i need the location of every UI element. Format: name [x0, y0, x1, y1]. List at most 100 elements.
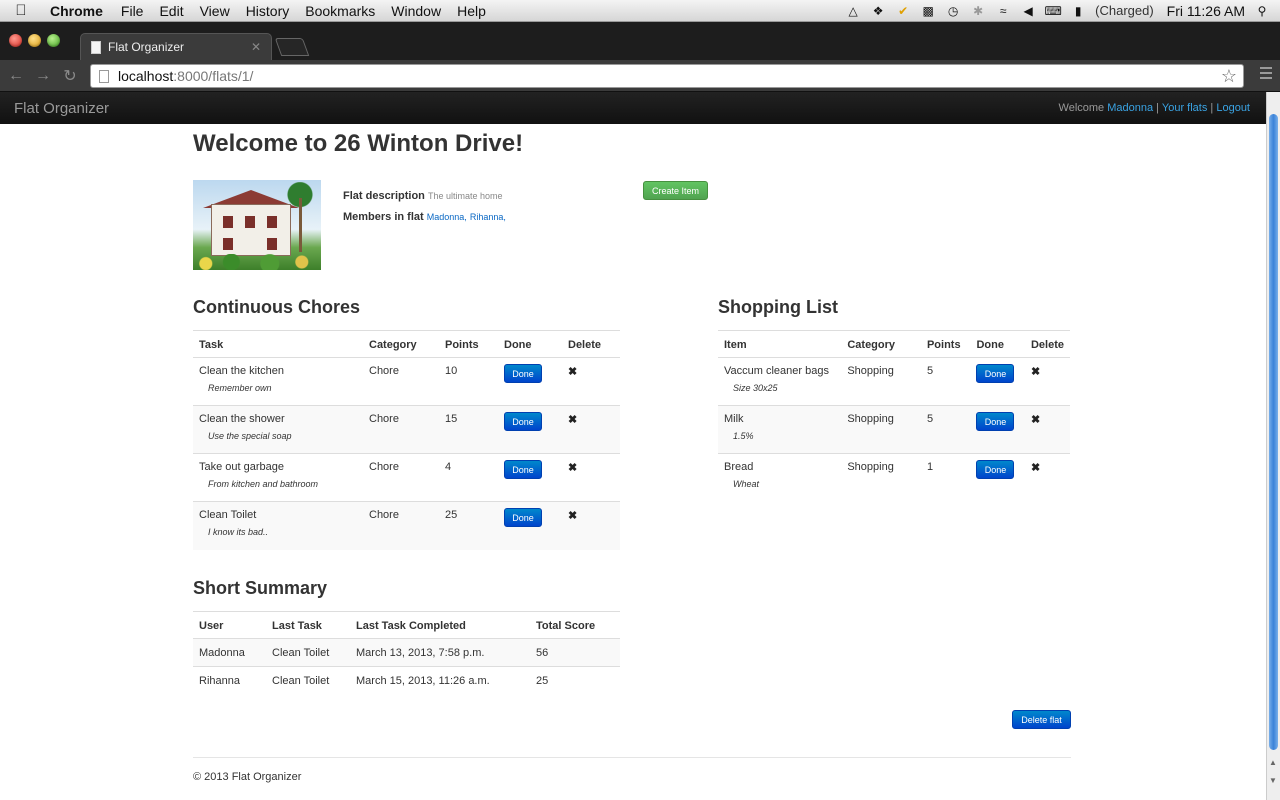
delete-icon[interactable]: ✖ [568, 366, 577, 378]
reload-icon[interactable]: ↻ [59, 66, 81, 86]
delete-icon[interactable]: ✖ [568, 510, 577, 522]
item-points: 5 [920, 405, 971, 454]
member-link[interactable]: Madonna, [427, 212, 467, 222]
url-path: :8000/flats/1/ [173, 68, 254, 84]
done-button[interactable]: Done [504, 364, 542, 383]
task-note: From kitchen and bathroom [208, 479, 319, 489]
column-header: Task [193, 330, 363, 358]
window-minimize-button[interactable] [28, 34, 41, 47]
item-name: Bread [724, 461, 754, 473]
done-button[interactable]: Done [504, 460, 542, 479]
page-scrollbar[interactable]: ▲ ▼ [1266, 92, 1280, 800]
window-close-button[interactable] [9, 34, 22, 47]
delete-icon[interactable]: ✖ [568, 462, 577, 474]
scroll-down-arrow-icon[interactable]: ▼ [1269, 776, 1277, 785]
column-header: Last Task Completed [350, 611, 530, 639]
forward-arrow-icon[interactable]: → [32, 67, 54, 85]
task-points: 25 [439, 501, 498, 550]
logout-link[interactable]: Logout [1216, 102, 1250, 114]
bookmark-star-icon[interactable]: ☆ [1221, 66, 1237, 87]
drive-icon[interactable]: △ [845, 4, 861, 18]
menu-edit[interactable]: Edit [151, 0, 191, 22]
column-header: Delete [562, 330, 620, 358]
column-header: Item [718, 330, 842, 358]
column-header: Points [920, 330, 971, 358]
task-note: Remember own [208, 383, 272, 393]
members-label: Members in flat [343, 211, 424, 223]
task-name: Clean the shower [199, 413, 285, 425]
menu-help[interactable]: Help [449, 0, 494, 22]
page-icon [99, 69, 109, 83]
task-name: Clean the kitchen [199, 365, 284, 377]
column-header: Done [498, 330, 562, 358]
chores-table: Task Category Points Done Delete Clean t… [193, 330, 620, 550]
menu-view[interactable]: View [192, 0, 238, 22]
done-button[interactable]: Done [504, 508, 542, 527]
done-button[interactable]: Done [976, 412, 1015, 431]
wifi-icon[interactable]: ≈ [995, 4, 1011, 18]
menu-file[interactable]: File [113, 0, 152, 22]
tab-close-icon[interactable]: ✕ [251, 40, 261, 54]
time-machine-icon[interactable]: ◷ [945, 4, 961, 18]
menubar-clock[interactable]: Fri 11:26 AM [1167, 3, 1245, 19]
delete-flat-button[interactable]: Delete flat [1012, 710, 1071, 729]
page-icon [91, 40, 101, 54]
browser-tab-strip: Flat Organizer ✕ [0, 22, 1280, 60]
delete-icon[interactable]: ✖ [1031, 414, 1040, 426]
item-note: 1.5% [733, 431, 754, 441]
table-row: Clean Toilet I know its bad.. Chore 25 Do… [193, 501, 620, 550]
footer-copyright: © 2013 Flat Organizer [193, 771, 302, 783]
spotlight-search-icon[interactable]: ⚲ [1254, 4, 1270, 18]
display-icon[interactable]: ▩ [920, 4, 936, 18]
chrome-menu-icon[interactable] [1260, 67, 1272, 81]
delete-icon[interactable]: ✖ [568, 414, 577, 426]
battery-icon[interactable]: ▮ [1070, 4, 1086, 18]
tab-title: Flat Organizer [108, 40, 185, 54]
menu-history[interactable]: History [238, 0, 298, 22]
window-controls [9, 34, 60, 47]
delete-icon[interactable]: ✖ [1031, 462, 1040, 474]
current-user-link[interactable]: Madonna [1107, 102, 1153, 114]
task-category: Chore [369, 365, 399, 377]
scrollbar-thumb[interactable] [1269, 114, 1278, 750]
keyboard-icon[interactable]: ⌨ [1044, 4, 1061, 18]
menu-app-chrome[interactable]: Chrome [42, 0, 113, 22]
task-category: Chore [363, 405, 439, 454]
done-button[interactable]: Done [504, 412, 542, 431]
battery-status: (Charged) [1095, 3, 1154, 18]
welcome-text: Welcome [1058, 102, 1105, 114]
dropbox-icon[interactable]: ❖ [870, 4, 886, 18]
task-note: Use the special soap [208, 431, 292, 441]
member-link[interactable]: Rihanna, [470, 212, 506, 222]
task-note: I know its bad.. [208, 527, 269, 537]
column-header: Last Task [266, 611, 350, 639]
window-zoom-button[interactable] [47, 34, 60, 47]
site-brand[interactable]: Flat Organizer [0, 100, 109, 117]
bluetooth-icon[interactable]: ✱ [970, 4, 986, 18]
create-item-button[interactable]: Create Item [643, 181, 708, 200]
your-flats-link[interactable]: Your flats [1162, 102, 1207, 114]
scroll-up-arrow-icon[interactable]: ▲ [1269, 758, 1277, 767]
done-button[interactable]: Done [976, 460, 1015, 479]
shopping-table: Item Category Points Done Delete Vaccum … [718, 330, 1070, 502]
flat-info: Flat description The ultimate home Membe… [343, 190, 506, 232]
footer-divider [193, 757, 1071, 758]
menu-window[interactable]: Window [383, 0, 449, 22]
apple-menu-icon[interactable]:  [0, 2, 42, 19]
back-arrow-icon[interactable]: ← [5, 67, 27, 85]
flat-description-label: Flat description [343, 190, 425, 202]
done-button[interactable]: Done [976, 364, 1015, 383]
volume-icon[interactable]: ◀ [1020, 4, 1036, 18]
delete-icon[interactable]: ✖ [1031, 366, 1040, 378]
menu-bookmarks[interactable]: Bookmarks [297, 0, 383, 22]
column-header: Category [363, 330, 439, 358]
task-category: Chore [363, 501, 439, 550]
shopping-section: Shopping List Item Category Points Done … [718, 297, 1070, 502]
summary-score: 25 [530, 666, 620, 695]
summary-completed: March 15, 2013, 11:26 a.m. [350, 666, 530, 695]
shopping-title: Shopping List [718, 297, 838, 317]
task-check-icon[interactable]: ✔ [895, 4, 911, 18]
new-tab-button[interactable] [274, 38, 310, 56]
browser-tab-active[interactable]: Flat Organizer ✕ [80, 33, 272, 60]
address-bar[interactable]: localhost :8000/flats/1/ ☆ [90, 64, 1244, 88]
